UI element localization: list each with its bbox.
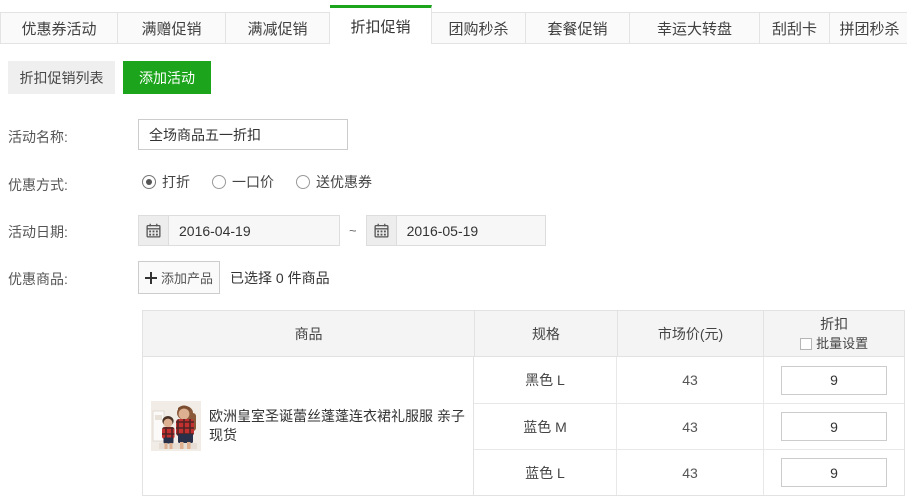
radio-option-discount[interactable]: 打折 <box>142 172 190 192</box>
discount-promo-list-button[interactable]: 折扣促销列表 <box>8 61 115 94</box>
tab-discount-promo[interactable]: 折扣促销 <box>330 5 432 44</box>
radio-option-fixed-price[interactable]: 一口价 <box>212 172 274 192</box>
tab-coupon-activity[interactable]: 优惠券活动 <box>0 12 118 44</box>
tab-lucky-wheel[interactable]: 幸运大转盘 <box>630 12 760 44</box>
batch-set-row: 批量设置 <box>800 334 868 354</box>
add-activity-button[interactable]: 添加活动 <box>123 61 211 94</box>
table-row: 黑色 L 43 <box>474 357 904 403</box>
radio-option-give-coupon[interactable]: 送优惠券 <box>296 172 372 192</box>
radio-button-icon[interactable] <box>142 175 156 189</box>
discount-input[interactable] <box>781 412 887 441</box>
radio-label: 一口价 <box>232 172 274 192</box>
sub-nav: 折扣促销列表 添加活动 <box>8 61 211 94</box>
promo-products-row: 添加产品 已选择 0 件商品 <box>138 261 330 294</box>
calendar-icon[interactable] <box>139 216 169 245</box>
activity-name-label: 活动名称: <box>8 127 68 147</box>
discount-method-label: 优惠方式: <box>8 175 68 195</box>
radio-button-icon[interactable] <box>212 175 226 189</box>
discount-promotion-page: 优惠券活动 满赠促销 满减促销 折扣促销 团购秒杀 套餐促销 幸运大转盘 刮刮卡… <box>0 0 907 494</box>
add-product-label: 添加产品 <box>161 268 213 287</box>
radio-label: 打折 <box>162 172 190 192</box>
market-price-value: 43 <box>617 404 764 449</box>
spec-rows: 黑色 L 43 蓝色 M 43 蓝色 L 43 <box>474 357 904 495</box>
table-row: 蓝色 M 43 <box>474 403 904 449</box>
promo-products-label: 优惠商品: <box>8 269 68 289</box>
add-product-button[interactable]: 添加产品 <box>138 261 220 294</box>
product-cell: 欧洲皇室圣诞蕾丝蓬蓬连衣裙礼服服 亲子现货 <box>143 357 474 495</box>
discount-input[interactable] <box>781 366 887 395</box>
end-date-field[interactable]: 2016-05-19 <box>366 215 546 246</box>
batch-set-label: 批量设置 <box>816 334 868 354</box>
table-row: 蓝色 L 43 <box>474 449 904 495</box>
table-body: 欧洲皇室圣诞蕾丝蓬蓬连衣裙礼服服 亲子现货 黑色 L 43 蓝色 M 43 蓝色… <box>143 357 904 495</box>
tab-scratch-card[interactable]: 刮刮卡 <box>760 12 830 44</box>
tab-package-promo[interactable]: 套餐促销 <box>526 12 630 44</box>
spec-value: 蓝色 L <box>474 450 617 495</box>
tab-full-gift-promo[interactable]: 满赠促销 <box>118 12 226 44</box>
selected-count-text: 已选择 0 件商品 <box>230 268 330 288</box>
product-title: 欧洲皇室圣诞蕾丝蓬蓬连衣裙礼服服 亲子现货 <box>209 407 473 445</box>
main-tab-bar: 优惠券活动 满赠促销 满减促销 折扣促销 团购秒杀 套餐促销 幸运大转盘 刮刮卡… <box>0 0 907 44</box>
header-market-price: 市场价(元) <box>618 311 765 356</box>
spec-value: 黑色 L <box>474 357 617 403</box>
tab-full-reduction-promo[interactable]: 满减促销 <box>226 12 330 44</box>
header-product: 商品 <box>143 311 475 356</box>
header-discount-title: 折扣 <box>820 314 848 334</box>
start-date-value[interactable]: 2016-04-19 <box>169 216 339 245</box>
end-date-value[interactable]: 2016-05-19 <box>397 216 545 245</box>
tab-pintuan-seckill[interactable]: 拼团秒杀 <box>830 12 907 44</box>
calendar-icon[interactable] <box>367 216 397 245</box>
table-header-row: 商品 规格 市场价(元) 折扣 批量设置 <box>143 311 904 357</box>
header-spec: 规格 <box>475 311 618 356</box>
date-range-separator: ~ <box>349 223 357 238</box>
activity-name-input[interactable] <box>138 119 348 150</box>
batch-set-checkbox[interactable] <box>800 338 812 350</box>
discount-method-options: 打折 一口价 送优惠券 <box>142 172 394 192</box>
market-price-value: 43 <box>617 450 764 495</box>
tab-group-seckill[interactable]: 团购秒杀 <box>432 12 526 44</box>
discount-input[interactable] <box>781 458 887 487</box>
radio-label: 送优惠券 <box>316 172 372 192</box>
market-price-value: 43 <box>617 357 764 403</box>
header-discount: 折扣 批量设置 <box>764 311 904 356</box>
activity-date-row: 2016-04-19 ~ 2016-05-19 <box>138 215 546 246</box>
product-thumbnail <box>151 401 201 451</box>
plus-icon <box>145 272 157 284</box>
spec-value: 蓝色 M <box>474 404 617 449</box>
radio-button-icon[interactable] <box>296 175 310 189</box>
activity-date-label: 活动日期: <box>8 222 68 242</box>
start-date-field[interactable]: 2016-04-19 <box>138 215 340 246</box>
products-table: 商品 规格 市场价(元) 折扣 批量设置 <box>142 310 905 496</box>
